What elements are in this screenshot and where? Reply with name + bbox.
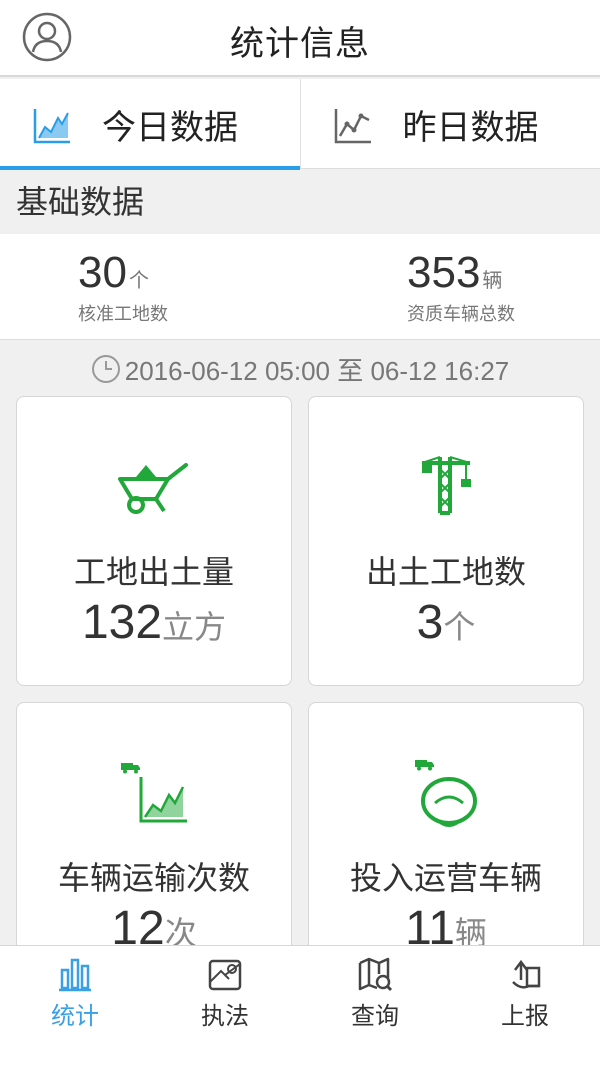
stat-label: 资质车辆总数: [407, 304, 515, 325]
report-icon: [512, 959, 541, 989]
line-chart-icon: [334, 109, 371, 144]
wheelbarrow-icon: [118, 463, 188, 514]
date-tabs: 今日数据 昨日数据: [0, 79, 600, 170]
tab-yesterday[interactable]: 昨日数据: [300, 79, 600, 169]
clock-icon: [91, 355, 120, 383]
card-unit: 立方: [162, 608, 227, 646]
bottom-nav: 统计 执法 查询 上报: [0, 945, 600, 1067]
stat-certified-vehicles: 353 辆 资质车辆总数: [407, 248, 515, 326]
section-title: 基础数据: [0, 170, 600, 234]
time-range-text: 2016-06-12 05:00 至 06-12 16:27: [124, 355, 510, 386]
card-soil-volume[interactable]: 工地出土量 132立方: [16, 396, 292, 686]
truck-chart-icon: [121, 763, 187, 823]
stat-value: 353: [407, 248, 481, 297]
tab-today[interactable]: 今日数据: [0, 79, 300, 170]
tab-today-label: 今日数据: [102, 107, 238, 148]
card-title: 车辆运输次数: [57, 859, 250, 897]
map-icon: [208, 959, 242, 991]
map-search-icon: [358, 957, 393, 992]
stat-approved-sites: 30 个 核准工地数: [78, 248, 168, 326]
nav-label: 查询: [351, 1002, 399, 1030]
card-title: 出土工地数: [365, 553, 526, 591]
stat-value: 30: [78, 248, 127, 297]
stat-label: 核准工地数: [78, 304, 168, 325]
app-header: 统计信息: [0, 0, 600, 77]
card-title: 投入运营车辆: [349, 859, 542, 897]
tower-crane-icon: [421, 456, 471, 515]
stat-unit: 个: [128, 268, 149, 292]
nav-label: 统计: [51, 1002, 99, 1030]
card-value: 132: [81, 596, 163, 649]
basic-stats: 30 个 核准工地数 353 辆 资质车辆总数: [0, 234, 600, 340]
nav-label: 上报: [501, 1002, 549, 1030]
nav-report[interactable]: 上报: [450, 946, 600, 1067]
card-title: 工地出土量: [73, 553, 234, 591]
card-value: 3: [416, 596, 444, 649]
bar-chart-icon: [59, 958, 91, 992]
area-chart-icon: [33, 109, 70, 144]
card-unit: 个: [443, 608, 476, 646]
tab-yesterday-label: 昨日数据: [402, 107, 539, 148]
stat-unit: 辆: [482, 268, 503, 292]
card-active-sites[interactable]: 出土工地数 3个: [308, 396, 584, 686]
nav-statistics[interactable]: 统计: [0, 946, 150, 1067]
nav-label: 执法: [201, 1002, 249, 1030]
truck-steering-icon: [415, 760, 477, 827]
time-range: 2016-06-12 05:00 至 06-12 16:27: [0, 344, 600, 394]
page-title: 统计信息: [230, 24, 370, 64]
nav-query[interactable]: 查询: [300, 946, 450, 1067]
nav-enforcement[interactable]: 执法: [150, 946, 300, 1067]
